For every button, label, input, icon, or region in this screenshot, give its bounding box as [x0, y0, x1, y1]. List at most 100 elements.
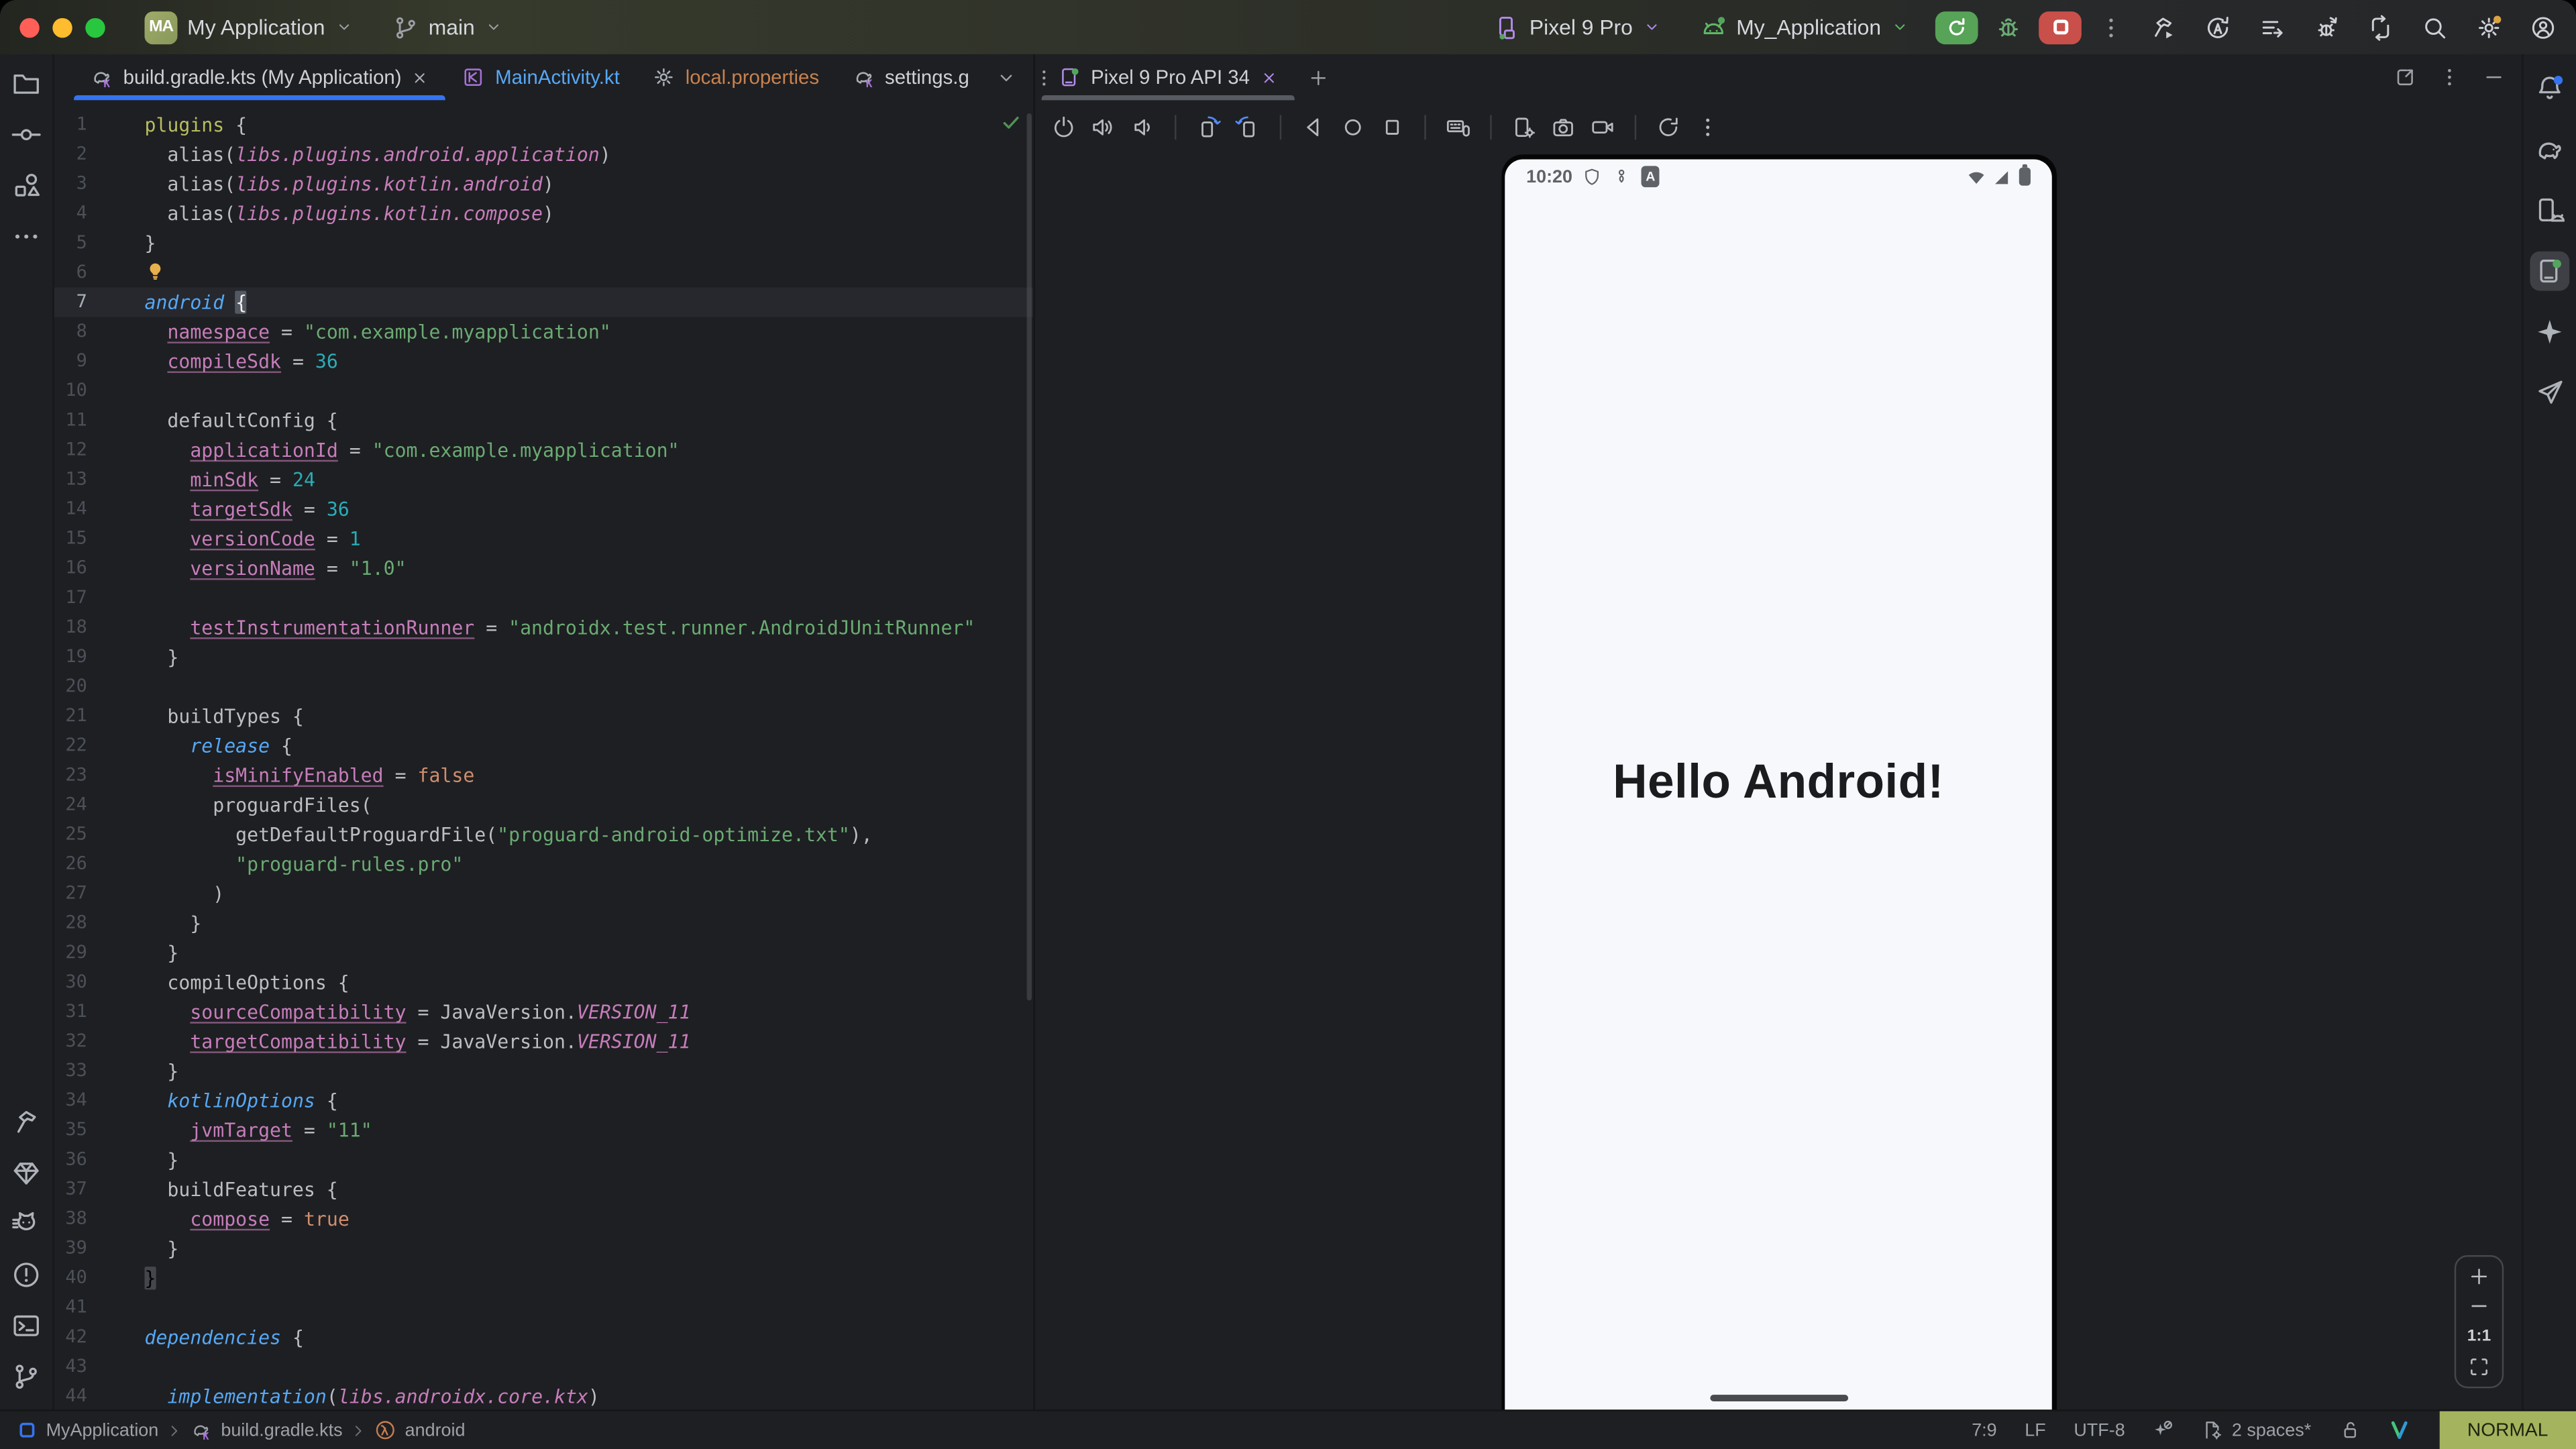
search-icon[interactable] [2422, 14, 2448, 40]
zoom-out-button[interactable] [2467, 1295, 2490, 1318]
code-line-11[interactable]: 11 defaultConfig { [54, 406, 1034, 435]
code-line-38[interactable]: 38 compose = true [54, 1204, 1034, 1234]
plane-icon[interactable] [2530, 373, 2569, 413]
snapshot-reset-icon[interactable] [1656, 115, 1681, 140]
git-branch-icon[interactable] [11, 1362, 41, 1391]
code-line-10[interactable]: 10 [54, 376, 1034, 406]
fit-to-window-button[interactable] [2467, 1355, 2490, 1378]
code-line-36[interactable]: 36 } [54, 1145, 1034, 1175]
overview-icon[interactable] [1380, 115, 1405, 140]
stop-button[interactable] [2039, 11, 2082, 44]
power-icon[interactable] [1051, 115, 1076, 140]
logcat-cat-icon[interactable] [11, 1209, 41, 1238]
build-hammer-icon[interactable] [11, 1108, 41, 1137]
intention-bulb-icon[interactable] [145, 258, 166, 279]
breadcrumb-file[interactable]: K build.gradle.kts [191, 1419, 342, 1441]
code-line-21[interactable]: 21 buildTypes { [54, 702, 1034, 731]
tab-mainactivity-kt[interactable]: MainActivity.kt [446, 54, 637, 101]
code-line-24[interactable]: 24 proguardFiles( [54, 790, 1034, 820]
home-icon[interactable] [1340, 115, 1365, 140]
camera-icon[interactable] [1551, 115, 1576, 140]
more-run-options-button[interactable] [2098, 14, 2124, 40]
minimize-icon[interactable] [2482, 66, 2505, 89]
tab-settings-gradle[interactable]: K settings.g [836, 54, 986, 101]
close-tab-icon[interactable] [411, 68, 429, 87]
problems-icon[interactable] [11, 1260, 41, 1289]
navigation-handle[interactable] [1709, 1395, 1847, 1401]
vim-mode-badge[interactable]: NORMAL [2439, 1411, 2576, 1449]
code-line-17[interactable]: 17 [54, 583, 1034, 612]
vcs-branch-widget[interactable]: main [392, 14, 503, 40]
code-line-15[interactable]: 15 versionCode = 1 [54, 524, 1034, 553]
code-line-33[interactable]: 33 } [54, 1057, 1034, 1086]
debug-restart-icon[interactable] [2313, 14, 2339, 40]
code-line-39[interactable]: 39 } [54, 1234, 1034, 1263]
code-line-12[interactable]: 12 applicationId = "com.example.myapplic… [54, 435, 1034, 465]
code-line-30[interactable]: 30 compileOptions { [54, 967, 1034, 997]
new-device-tab-button[interactable] [1294, 54, 1342, 101]
code-line-31[interactable]: 31 sourceCompatibility = JavaVersion.VER… [54, 998, 1034, 1027]
close-window-button[interactable] [19, 17, 39, 37]
editor-scrollbar[interactable] [1027, 113, 1032, 1000]
inspections-ok-icon[interactable] [1000, 112, 1022, 133]
encoding-widget[interactable]: UTF-8 [2074, 1420, 2125, 1440]
code-line-25[interactable]: 25 getDefaultProguardFile("proguard-andr… [54, 820, 1034, 849]
code-line-3[interactable]: 3 alias(libs.plugins.kotlin.android) [54, 169, 1034, 199]
rerun-button[interactable] [1935, 11, 1978, 44]
code-line-19[interactable]: 19 } [54, 643, 1034, 672]
code-line-27[interactable]: 27 ) [54, 879, 1034, 908]
caret-position-widget[interactable]: 7:9 [1972, 1420, 1996, 1440]
resource-manager-icon[interactable] [11, 171, 41, 201]
gemini-sparkle-icon[interactable] [2530, 312, 2569, 352]
line-separator-widget[interactable]: LF [2025, 1420, 2045, 1440]
build-icon[interactable] [2151, 14, 2177, 40]
keyboard-input-icon[interactable] [1446, 115, 1470, 140]
zoom-actual-size-button[interactable]: 1:1 [2467, 1324, 2491, 1349]
code-line-18[interactable]: 18 testInstrumentationRunner = "androidx… [54, 612, 1034, 642]
code-line-28[interactable]: 28 } [54, 908, 1034, 938]
code-line-26[interactable]: 26 "proguard-rules.pro" [54, 849, 1034, 879]
device-manager-icon[interactable] [2530, 191, 2569, 230]
debug-button[interactable] [1994, 13, 2023, 42]
screen-record-icon[interactable] [1591, 115, 1615, 140]
ideavim-icon[interactable] [2388, 1419, 2410, 1441]
notifications-bell-icon[interactable] [2530, 69, 2569, 109]
settings-dot-icon[interactable] [2476, 14, 2502, 40]
rotate-left-icon[interactable] [1196, 115, 1221, 140]
code-line-34[interactable]: 34 kotlinOptions { [54, 1086, 1034, 1116]
code-line-40[interactable]: 40} [54, 1263, 1034, 1293]
code-line-14[interactable]: 14 targetSdk = 36 [54, 494, 1034, 524]
kebab-icon[interactable] [2438, 66, 2461, 89]
code-line-35[interactable]: 35 jvmTarget = "11" [54, 1116, 1034, 1145]
code-editor[interactable]: 1plugins {2 alias(libs.plugins.android.a… [54, 100, 1034, 1409]
code-line-22[interactable]: 22 release { [54, 731, 1034, 761]
code-line-16[interactable]: 16 versionName = "1.0" [54, 553, 1034, 583]
ai-assistant-disabled-icon[interactable] [2153, 1419, 2174, 1441]
commit-icon[interactable] [11, 120, 41, 150]
tab-pixel-9-pro-api-34[interactable]: Pixel 9 Pro API 34 [1042, 54, 1294, 101]
indent-widget[interactable]: 2 spaces* [2202, 1419, 2311, 1441]
code-line-29[interactable]: 29 } [54, 938, 1034, 967]
zoom-in-button[interactable] [2467, 1265, 2490, 1288]
account-icon[interactable] [2530, 14, 2556, 40]
sync-a-icon[interactable] [2205, 14, 2231, 40]
code-line-9[interactable]: 9 compileSdk = 36 [54, 347, 1034, 376]
back-icon[interactable] [1301, 115, 1326, 140]
project-widget[interactable]: MA My Application [145, 11, 354, 44]
more-horizontal-icon[interactable] [11, 222, 41, 252]
gemini-gem-icon[interactable] [11, 1159, 41, 1188]
code-line-13[interactable]: 13 minSdk = 24 [54, 465, 1034, 494]
running-devices-icon[interactable] [2530, 252, 2569, 291]
code-line-41[interactable]: 41 [54, 1293, 1034, 1322]
code-line-32[interactable]: 32 targetCompatibility = JavaVersion.VER… [54, 1027, 1034, 1057]
code-line-37[interactable]: 37 buildFeatures { [54, 1175, 1034, 1204]
close-tab-icon[interactable] [1260, 68, 1278, 87]
chevron-down-icon[interactable] [996, 66, 1017, 88]
vcs-update-icon[interactable] [2367, 14, 2394, 40]
open-in-new-icon[interactable] [2394, 66, 2416, 89]
code-line-43[interactable]: 43 [54, 1352, 1034, 1382]
rotate-right-icon[interactable] [1236, 115, 1260, 140]
gradle-elephant-icon[interactable] [2530, 129, 2569, 169]
code-line-6[interactable]: 6 [54, 258, 1034, 287]
unlocked-icon[interactable] [2339, 1419, 2361, 1441]
